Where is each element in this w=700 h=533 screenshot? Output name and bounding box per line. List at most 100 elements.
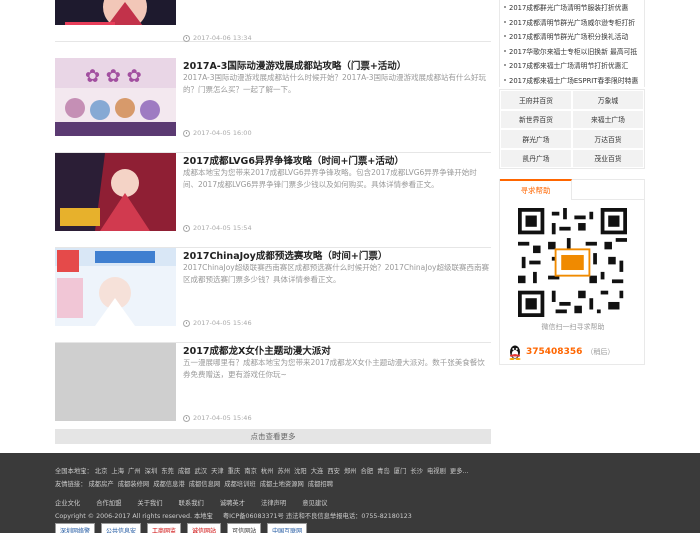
mall-link[interactable]: 来福士广场	[573, 110, 643, 128]
footer-link[interactable]: 意见建议	[302, 500, 327, 507]
mall-link[interactable]: 茂业百货	[573, 149, 643, 167]
footer-link[interactable]: 联系我们	[179, 500, 204, 507]
wechat-qr-code	[518, 208, 627, 317]
article-summary: 2017ChinaJoy超级联赛西南赛区成都预选赛什么时候开始？2017Chin…	[183, 263, 489, 284]
badge[interactable]: 中国互联网	[267, 523, 308, 533]
bullet-icon	[504, 20, 506, 23]
sidebar-news-item[interactable]: 2017成都来福士广场清明节打折优惠汇	[504, 58, 644, 73]
city-link[interactable]: 厦门	[394, 468, 407, 475]
clock-icon	[183, 224, 190, 232]
sidebar-news-item[interactable]: 2017成都清明节群光广场积分换礼活动	[504, 29, 644, 44]
friend-link[interactable]: 成都信息网	[189, 481, 220, 488]
badge[interactable]: 深圳网络警	[55, 523, 96, 533]
mall-link[interactable]: 王府井百货	[501, 91, 571, 109]
city-link[interactable]: 上海	[111, 468, 124, 475]
city-link[interactable]: 西安	[327, 468, 340, 475]
city-link[interactable]: 深圳	[145, 468, 158, 475]
friend-link[interactable]: 成都招聘	[308, 481, 333, 488]
badge[interactable]: 可信网站	[227, 523, 262, 533]
mall-link[interactable]: 万达百货	[573, 130, 643, 148]
tab-help[interactable]: 寻求帮助	[500, 179, 572, 200]
friend-link[interactable]: 成都信息港	[153, 481, 184, 488]
article-title[interactable]: 2017A-3国际动漫游戏展成都站攻略（门票+活动）	[183, 58, 406, 72]
help-header: 寻求帮助	[500, 179, 644, 200]
sidebar-news-item[interactable]: 2017华歌尔来福士专柜以旧换新 最高可抵	[504, 44, 644, 59]
article-thumbnail-placeholder[interactable]	[55, 343, 176, 421]
clock-icon	[183, 319, 190, 327]
article-date: 2017-04-05 16:00	[183, 129, 252, 137]
article-item[interactable]: 2017ChinaJoy成都预选赛攻略（时间+门票） 2017ChinaJoy超…	[55, 248, 491, 343]
sidebar-news-item[interactable]: 2017成都群光广场清明节服装打折优惠	[504, 0, 644, 15]
bullet-icon	[504, 49, 506, 52]
city-link[interactable]: 北京	[95, 468, 108, 475]
footer-link[interactable]: 合作加盟	[96, 500, 121, 507]
city-link[interactable]: 电视剧	[427, 468, 446, 475]
clock-icon	[183, 34, 190, 42]
badge[interactable]: 工商网监	[147, 523, 182, 533]
footer-link[interactable]: 法律声明	[261, 500, 286, 507]
article-thumbnail[interactable]: ✿ ✿ ✿	[55, 58, 176, 136]
bullet-icon	[504, 35, 506, 38]
qq-note: （稍后）	[586, 348, 615, 356]
sidebar-news-list: 2017成都群光广场清明节服装打折优惠 2017成都清明节群光广场威尔逊专柜打折…	[499, 0, 645, 87]
qr-caption: 微信扫一扫寻求帮助	[541, 323, 605, 331]
article-title[interactable]: 2017成都龙X女仆主题动漫大派对	[183, 343, 331, 357]
qq-contact[interactable]: 375408356 （稍后）	[508, 344, 614, 360]
svg-text:✿ ✿ ✿: ✿ ✿ ✿	[85, 66, 142, 87]
friend-link[interactable]: 成都房产	[89, 481, 114, 488]
footer-link[interactable]: 关于我们	[137, 500, 162, 507]
article-date: 2017-04-05 15:46	[183, 414, 252, 422]
bullet-icon	[504, 64, 506, 67]
city-link[interactable]: 武汉	[194, 468, 207, 475]
footer-link[interactable]: 企业文化	[55, 500, 80, 507]
footer-copyright: Copyright © 2006-2017 All rights reserve…	[55, 513, 412, 520]
article-thumbnail[interactable]	[55, 153, 176, 231]
article-item[interactable]: 2017-04-06 13:34	[55, 0, 491, 42]
article-title[interactable]: 2017ChinaJoy成都预选赛攻略（时间+门票）	[183, 248, 387, 262]
city-link[interactable]: 成都	[178, 468, 191, 475]
city-link[interactable]: 南京	[244, 468, 257, 475]
city-link[interactable]: 天津	[211, 468, 224, 475]
article-item[interactable]: ✿ ✿ ✿ 2017A-3国际动漫游戏展成都站攻略（门票+活动） 2017A-3…	[55, 58, 491, 153]
sidebar-news-item[interactable]: 2017成都清明节群光广场威尔逊专柜打折	[504, 15, 644, 30]
city-link[interactable]: 郑州	[344, 468, 357, 475]
city-link[interactable]: 更多...	[450, 468, 469, 475]
article-item[interactable]: 2017成都龙X女仆主题动漫大派对 五一漫展哪里有？成都本地宝为您带来2017成…	[55, 343, 491, 438]
bullet-icon	[504, 78, 506, 81]
friend-link[interactable]: 成都土地资源网	[260, 481, 304, 488]
load-more-button[interactable]: 点击查看更多	[55, 429, 491, 444]
sidebar-news-item[interactable]: 2017成都来福士广场ESPRIT春季限时特惠	[504, 73, 644, 88]
footer-nav: 企业文化 合作加盟 关于我们 联系我们 诚聘英才 法律声明 意见建议	[55, 498, 341, 507]
article-item[interactable]: 2017成都LVG6异界争锋攻略（时间+门票+活动） 成都本地宝为您带来2017…	[55, 153, 491, 248]
site-footer: 全国本地宝： 北京 上海 广州 深圳 东莞 成都 武汉 天津 重庆 南京 杭州 …	[0, 453, 700, 533]
friend-link[interactable]: 成都装修网	[118, 481, 149, 488]
article-title[interactable]: 2017成都LVG6异界争锋攻略（时间+门票+活动）	[183, 153, 404, 167]
friend-link[interactable]: 成都培训班	[224, 481, 255, 488]
footer-link[interactable]: 诚聘英才	[220, 500, 245, 507]
city-link[interactable]: 东莞	[161, 468, 174, 475]
city-link[interactable]: 长沙	[410, 468, 423, 475]
city-link[interactable]: 合肥	[361, 468, 374, 475]
clock-icon	[183, 129, 190, 137]
mall-link[interactable]: 群光广场	[501, 130, 571, 148]
footer-friend-links: 友情链接： 成都房产 成都装修网 成都信息港 成都信息网 成都培训班 成都土地资…	[55, 481, 333, 488]
city-link[interactable]: 大连	[311, 468, 324, 475]
badge[interactable]: 公共信息安	[101, 523, 142, 533]
city-link[interactable]: 重庆	[228, 468, 241, 475]
qq-number[interactable]: 375408356	[526, 347, 582, 357]
mall-link[interactable]: 新世界百货	[501, 110, 571, 128]
city-link[interactable]: 杭州	[261, 468, 274, 475]
city-link[interactable]: 广州	[128, 468, 141, 475]
city-link[interactable]: 青岛	[377, 468, 390, 475]
qq-penguin-icon	[509, 345, 521, 360]
footer-badges: 深圳网络警 公共信息安 工商网监 诚信网站 可信网站 中国互联网	[55, 523, 308, 533]
article-thumbnail[interactable]	[55, 248, 176, 326]
article-summary: 五一漫展哪里有？成都本地宝为您带来2017成都龙X女仆主题动漫大派对。数千张美食…	[183, 358, 485, 379]
badge[interactable]: 诚信网站	[187, 523, 222, 533]
article-date: 2017-04-05 15:54	[183, 224, 252, 232]
article-thumbnail[interactable]	[55, 0, 176, 25]
mall-link[interactable]: 万象城	[573, 91, 643, 109]
city-link[interactable]: 沈阳	[294, 468, 307, 475]
mall-link[interactable]: 凯丹广场	[501, 149, 571, 167]
city-link[interactable]: 苏州	[278, 468, 291, 475]
